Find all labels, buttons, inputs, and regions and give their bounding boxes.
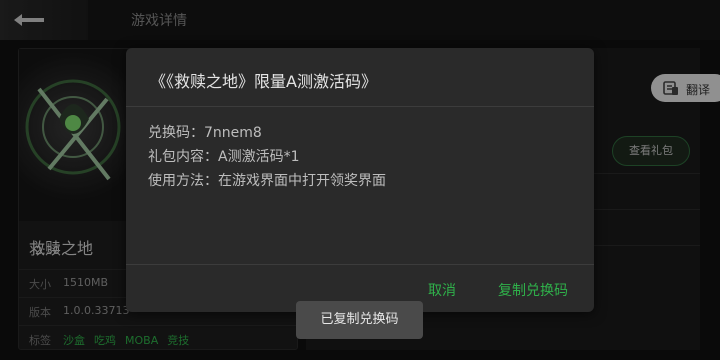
divider bbox=[126, 264, 594, 265]
dialog-title: 《《救赎之地》限量A测激活码》 bbox=[150, 72, 377, 91]
gift-content-text: 礼包内容：A测激活码*1 bbox=[148, 149, 300, 165]
copy-code-button[interactable]: 复制兑换码 bbox=[498, 280, 568, 300]
toast-message: 已复制兑换码 bbox=[296, 301, 423, 339]
redeem-code-text: 兑换码：7nnem8 bbox=[148, 125, 262, 141]
divider bbox=[126, 106, 594, 107]
activation-code-dialog: 《《救赎之地》限量A测激活码》 兑换码：7nnem8 礼包内容：A测激活码*1 … bbox=[126, 48, 594, 312]
usage-text: 使用方法：在游戏界面中打开领奖界面 bbox=[148, 173, 386, 189]
cancel-button[interactable]: 取消 bbox=[428, 280, 456, 300]
